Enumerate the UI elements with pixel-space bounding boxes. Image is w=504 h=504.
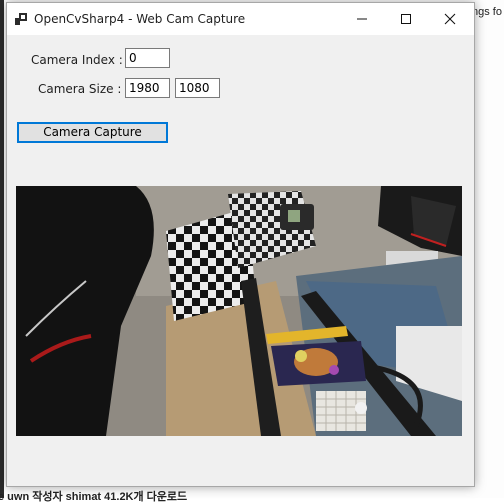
background-text-bottom: e uwn 작성자 shimat 41.2K개 다운로드 [0,491,188,503]
maximize-button[interactable] [384,3,428,35]
app-icon [15,13,27,25]
camera-capture-button[interactable]: Camera Capture [17,122,168,143]
close-button[interactable] [428,3,472,35]
minimize-icon [357,18,367,20]
close-icon [444,13,456,25]
app-window: OpenCvSharp4 - Web Cam Capture Camera In… [6,2,475,487]
title-bar[interactable]: OpenCvSharp4 - Web Cam Capture [7,3,474,35]
camera-index-input[interactable]: 0 [125,48,170,68]
camera-frame-image [16,186,462,436]
background-text-top-right: ngs fo [472,6,502,18]
camera-preview [16,186,462,436]
window-title: OpenCvSharp4 - Web Cam Capture [34,12,246,26]
camera-index-label: Camera Index : [31,53,123,67]
minimize-button[interactable] [340,3,384,35]
camera-width-input[interactable]: 1980 [125,78,170,98]
maximize-icon [401,14,411,24]
camera-height-input[interactable]: 1080 [175,78,220,98]
camera-size-label: Camera Size : [38,82,122,96]
